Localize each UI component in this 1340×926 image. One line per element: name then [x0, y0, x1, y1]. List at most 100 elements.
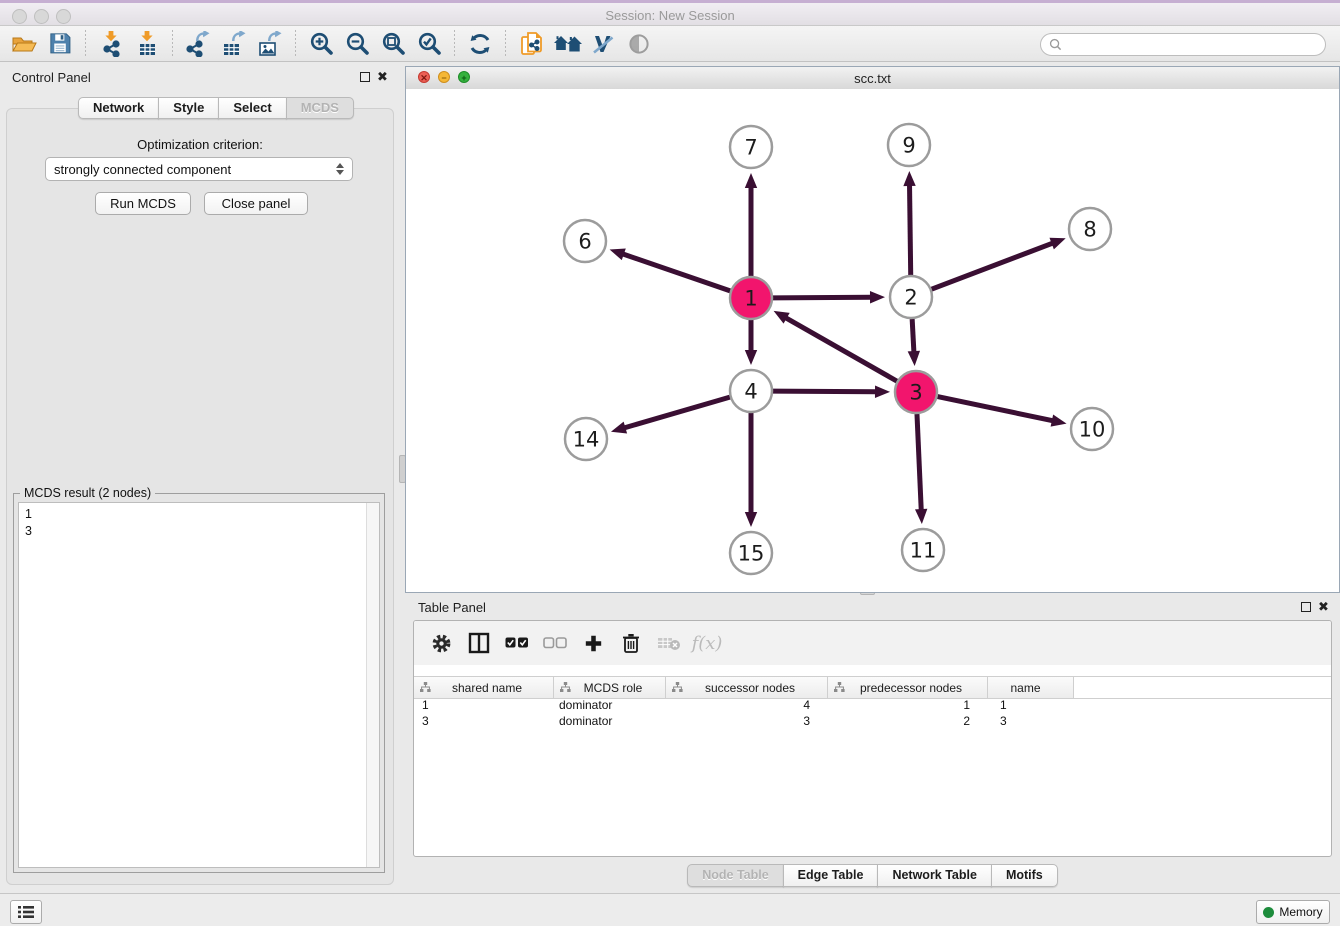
- task-history-button[interactable]: [10, 900, 42, 924]
- svg-text:14: 14: [573, 428, 600, 452]
- mcds-result-group: MCDS result (2 nodes) 13: [13, 493, 385, 873]
- result-scrollbar[interactable]: [366, 503, 379, 867]
- graph-edge-2-3[interactable]: [908, 319, 920, 366]
- graph-edge-3-11[interactable]: [915, 414, 927, 524]
- tab-edge-table[interactable]: Edge Table: [783, 864, 879, 887]
- zoom-out-icon[interactable]: [339, 28, 375, 60]
- function-builder-icon[interactable]: f(x): [692, 628, 722, 658]
- control-panel-title: Control Panel: [12, 70, 91, 85]
- cell-successor-nodes: 3: [666, 714, 828, 730]
- select-all-icon[interactable]: [502, 628, 532, 658]
- chevron-updown-icon: [336, 163, 344, 175]
- open-folder-icon[interactable]: [6, 28, 42, 60]
- copy-network-icon[interactable]: [513, 28, 549, 60]
- graph-edge-1-2[interactable]: [773, 291, 885, 303]
- cell-shared-name: 3: [414, 714, 554, 730]
- run-mcds-button[interactable]: Run MCDS: [95, 192, 191, 215]
- graph-edge-2-9[interactable]: [903, 171, 915, 275]
- zoom-fit-icon[interactable]: [375, 28, 411, 60]
- cell-successor-nodes: 4: [666, 698, 828, 714]
- delete-table-icon[interactable]: [654, 628, 684, 658]
- toolbar-separator: [454, 30, 455, 58]
- close-panel-icon[interactable]: ✖: [377, 70, 388, 83]
- graph-edge-3-10[interactable]: [938, 397, 1067, 427]
- column-header-successor-nodes[interactable]: successor nodes: [666, 677, 828, 698]
- tab-select[interactable]: Select: [218, 97, 286, 119]
- tab-motifs[interactable]: Motifs: [991, 864, 1058, 887]
- float-panel-icon[interactable]: [360, 72, 370, 82]
- graph-node-9[interactable]: 9: [888, 124, 930, 166]
- save-icon[interactable]: [42, 28, 78, 60]
- graph-node-3[interactable]: 3: [895, 371, 937, 413]
- result-line: 3: [25, 523, 32, 540]
- tab-network[interactable]: Network: [78, 97, 159, 119]
- tab-node-table[interactable]: Node Table: [687, 864, 783, 887]
- graph-edge-1-6[interactable]: [610, 248, 731, 290]
- svg-text:3: 3: [909, 381, 922, 405]
- graph-node-14[interactable]: 14: [565, 418, 607, 460]
- search-input[interactable]: [1062, 37, 1325, 53]
- mcds-result-box[interactable]: 13: [18, 502, 380, 868]
- deselect-all-icon[interactable]: [540, 628, 570, 658]
- status-bar: Memory: [0, 893, 1340, 926]
- tab-network-table[interactable]: Network Table: [877, 864, 992, 887]
- tab-mcds[interactable]: MCDS: [286, 97, 354, 119]
- show-column-panel-icon[interactable]: [464, 628, 494, 658]
- delete-entry-icon[interactable]: [616, 628, 646, 658]
- graph-node-6[interactable]: 6: [564, 220, 606, 262]
- column-header-name[interactable]: name: [988, 677, 1074, 698]
- graph-node-10[interactable]: 10: [1071, 408, 1113, 450]
- table-row[interactable]: 1dominator411: [414, 698, 1331, 714]
- table-row[interactable]: 3dominator323: [414, 714, 1331, 730]
- table-float-icon[interactable]: [1301, 602, 1311, 612]
- list-icon: [17, 905, 35, 919]
- optimization-criterion-label: Optimization criterion:: [7, 137, 393, 152]
- eye-icon[interactable]: [621, 28, 657, 60]
- settings-icon[interactable]: [426, 628, 456, 658]
- table-tabs: Node TableEdge TableNetwork TableMotifs: [405, 864, 1340, 887]
- table-close-icon[interactable]: ✖: [1318, 600, 1329, 613]
- export-table-icon[interactable]: [216, 28, 252, 60]
- import-network-icon[interactable]: [93, 28, 129, 60]
- graph-node-11[interactable]: 11: [902, 529, 944, 571]
- export-image-icon[interactable]: [252, 28, 288, 60]
- search-icon: [1049, 38, 1062, 51]
- graph-edge-2-8[interactable]: [932, 238, 1066, 289]
- vizmap-icon[interactable]: [585, 28, 621, 60]
- memory-label: Memory: [1279, 905, 1322, 919]
- memory-button[interactable]: Memory: [1256, 900, 1330, 924]
- column-header-MCDS-role[interactable]: MCDS role: [554, 677, 666, 698]
- network-window-titlebar[interactable]: ✕ − + scc.txt: [406, 67, 1339, 90]
- zoom-selected-icon[interactable]: [411, 28, 447, 60]
- column-header-shared-name[interactable]: shared name: [414, 677, 554, 698]
- graph-edge-1-4[interactable]: [745, 320, 757, 365]
- add-entry-icon[interactable]: [578, 628, 608, 658]
- mcds-panel: Optimization criterion: strongly connect…: [6, 108, 394, 885]
- cell-MCDS-role: dominator: [554, 698, 666, 714]
- tab-style[interactable]: Style: [158, 97, 219, 119]
- table-panel-title: Table Panel: [418, 600, 486, 615]
- column-header-predecessor-nodes[interactable]: predecessor nodes: [828, 677, 988, 698]
- import-table-icon[interactable]: [129, 28, 165, 60]
- zoom-in-icon[interactable]: [303, 28, 339, 60]
- cell-predecessor-nodes: 2: [828, 714, 988, 730]
- home-icon[interactable]: [549, 28, 585, 60]
- graph-node-8[interactable]: 8: [1069, 208, 1111, 250]
- graph-edge-3-1[interactable]: [774, 311, 897, 381]
- graph-node-2[interactable]: 2: [890, 276, 932, 318]
- graph-node-7[interactable]: 7: [730, 126, 772, 168]
- window-title: Session: New Session: [0, 8, 1340, 23]
- graph-edge-4-15[interactable]: [745, 413, 757, 527]
- graph-node-1[interactable]: 1: [730, 277, 772, 319]
- graph-node-15[interactable]: 15: [730, 532, 772, 574]
- graph-edge-4-14[interactable]: [611, 397, 730, 433]
- export-network-icon[interactable]: [180, 28, 216, 60]
- network-canvas[interactable]: 1 2 3 4 6 7 8 9 10 11 14 15: [406, 89, 1339, 592]
- close-panel-button[interactable]: Close panel: [204, 192, 308, 215]
- graph-node-4[interactable]: 4: [730, 370, 772, 412]
- graph-edge-4-3[interactable]: [773, 386, 890, 398]
- mcds-result-lines: 13: [25, 506, 32, 540]
- criterion-select[interactable]: strongly connected component: [45, 157, 353, 181]
- graph-edge-1-7[interactable]: [745, 173, 757, 276]
- refresh-layout-icon[interactable]: [462, 28, 498, 60]
